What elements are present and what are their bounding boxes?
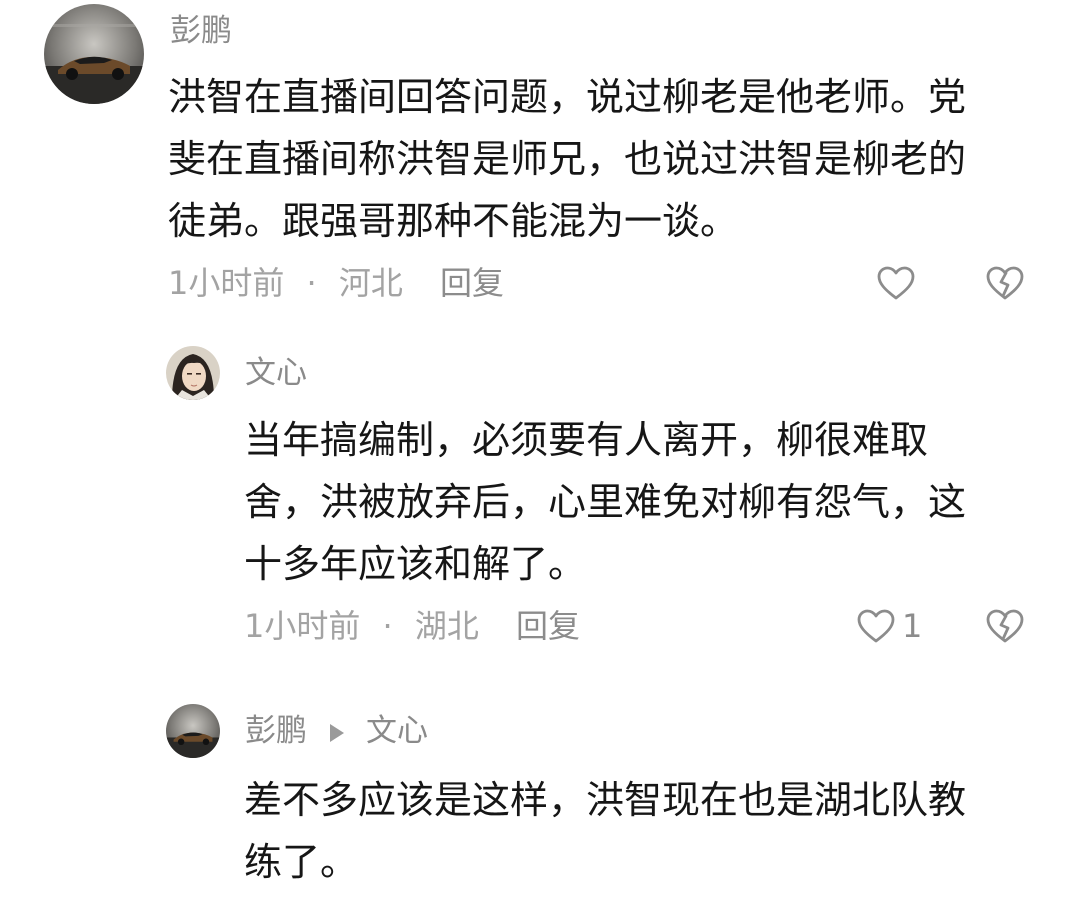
like-count: 1 xyxy=(902,607,923,645)
comment-text: 洪智在直播间回答问题，说过柳老是他老师。党 斐在直播间称洪智是师兄，也说过洪智是… xyxy=(168,75,967,243)
heart-icon xyxy=(857,609,895,643)
dislike-heart-icon xyxy=(986,266,1024,300)
reply-arrow-icon xyxy=(330,724,344,742)
dislike-button[interactable] xyxy=(985,607,1025,647)
meta-separator: · xyxy=(306,264,317,302)
comment-time: 1小时前 xyxy=(244,607,361,645)
heart-icon xyxy=(877,266,915,300)
like-button[interactable] xyxy=(876,264,916,304)
car-avatar-image xyxy=(166,704,220,758)
avatar[interactable] xyxy=(166,704,220,758)
comment-author[interactable]: 彭鹏 xyxy=(170,16,232,47)
car-avatar-image xyxy=(44,4,144,104)
avatar[interactable] xyxy=(166,346,220,400)
dislike-button[interactable] xyxy=(985,264,1025,304)
comment-location: 湖北 xyxy=(414,607,479,645)
reply-button[interactable]: 回复 xyxy=(516,610,580,642)
character-avatar-image xyxy=(166,346,220,400)
comment-author[interactable]: 文心 xyxy=(245,358,307,389)
comment-text: 差不多应该是这样，洪智现在也是湖北队教 练了。 xyxy=(244,778,967,884)
reply-button[interactable]: 回复 xyxy=(440,267,504,299)
comment-location: 河北 xyxy=(338,264,403,302)
comment-meta: 1小时前 · 湖北 xyxy=(244,610,479,642)
comment-meta: 1小时前 · 河北 xyxy=(168,267,403,299)
meta-separator: · xyxy=(382,607,393,645)
reply-target[interactable]: 文心 xyxy=(366,716,428,747)
dislike-heart-icon xyxy=(986,609,1024,643)
avatar[interactable] xyxy=(44,4,144,104)
like-button[interactable] xyxy=(856,607,896,647)
comment-text: 当年搞编制，必须要有人离开，柳很难取 舍，洪被放弃后，心里难免对柳有怨气，这 十… xyxy=(244,418,967,586)
comment-author[interactable]: 彭鹏 xyxy=(245,716,307,747)
comment-time: 1小时前 xyxy=(168,264,285,302)
